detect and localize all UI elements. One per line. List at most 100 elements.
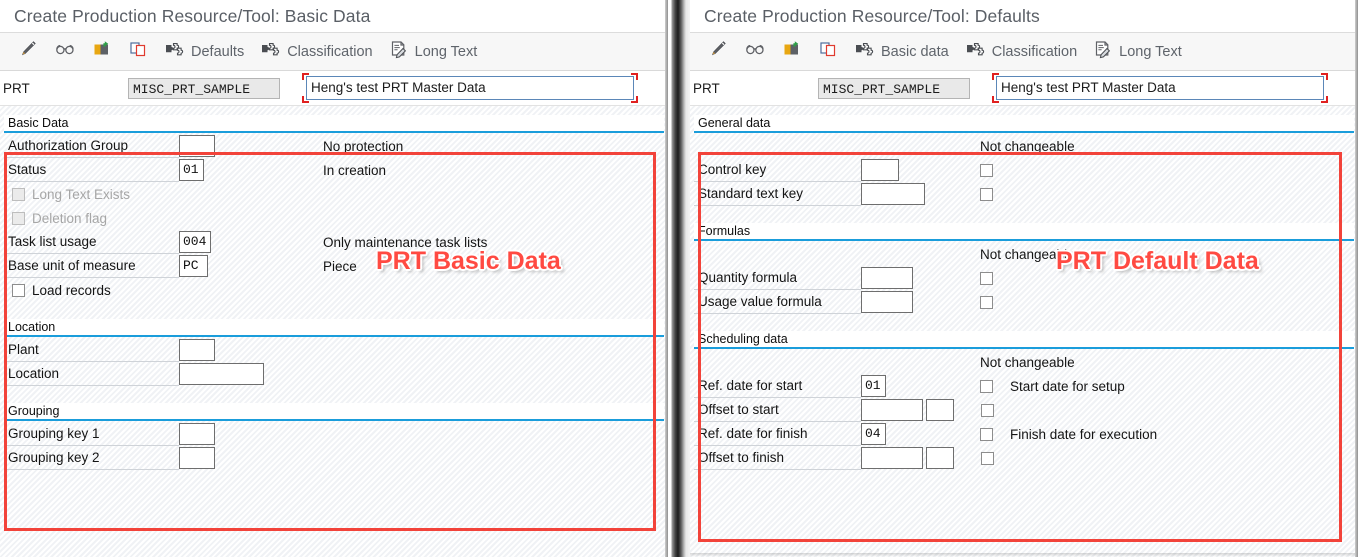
- toolbar-button-classification[interactable]: Classification: [252, 37, 380, 67]
- toolbar-label-classification: Classification: [287, 43, 373, 60]
- input-ref-date-for-start[interactable]: 01: [861, 375, 886, 397]
- input-plant[interactable]: [179, 339, 215, 361]
- column-header-not-changeable: Not changeable: [980, 138, 1075, 154]
- group-header-formulas: Formulas: [694, 223, 1354, 241]
- puzzle-piece-icon: [164, 39, 185, 64]
- toolbar-button-classification[interactable]: Classification: [957, 37, 1085, 67]
- text-task-list-usage: Only maintenance task lists: [323, 234, 488, 250]
- checkbox-offset-to-finish-not-changeable[interactable]: [981, 451, 994, 465]
- group-body-grouping: Grouping key 1 Grouping key 2: [4, 421, 664, 470]
- row-long-text-exists[interactable]: Long Text Exists: [4, 182, 664, 206]
- toolbar-button-copy[interactable]: [120, 37, 156, 67]
- input-task-list-usage[interactable]: 004: [179, 231, 211, 253]
- input-usage-value-formula[interactable]: [861, 291, 913, 313]
- group-title: Formulas: [698, 224, 751, 238]
- column-header-not-changeable: Not changeable: [980, 354, 1075, 370]
- group-header-grouping: Grouping: [4, 403, 664, 421]
- label-location: Location: [4, 362, 179, 386]
- label-offset-to-finish: Offset to finish: [694, 446, 861, 470]
- input-offset-to-start-unit[interactable]: [926, 399, 954, 421]
- row-deletion-flag[interactable]: Deletion flag: [4, 206, 664, 230]
- focus-corner-top-right: [631, 73, 638, 80]
- input-grouping-key-1[interactable]: [179, 423, 215, 445]
- input-grouping-key-2[interactable]: [179, 447, 215, 469]
- left-page-title: Create Production Resource/Tool: Basic D…: [14, 5, 371, 26]
- group-basic-data: Basic Data Authorization Group No protec…: [4, 115, 664, 302]
- left-panel-right-edge: [665, 0, 668, 557]
- prt-description-wrapper: Heng's test PRT Master Data: [302, 73, 638, 103]
- group-body-location: Plant Location: [4, 337, 664, 386]
- prt-label: PRT: [693, 80, 720, 96]
- group-formulas: Formulas Not changeable Quantity formula…: [694, 223, 1354, 314]
- checkbox-offset-to-start-not-changeable[interactable]: [981, 403, 994, 417]
- row-grouping-key-2: Grouping key 2: [4, 446, 664, 470]
- toolbar-button-paste[interactable]: [774, 37, 810, 67]
- checkbox-standard-text-key-not-changeable[interactable]: [980, 187, 993, 201]
- group-body-basic-data: Authorization Group No protection Status…: [4, 133, 664, 302]
- checkbox-quantity-formula-not-changeable[interactable]: [980, 271, 993, 285]
- text-start-date-for-setup: Start date for setup: [1010, 378, 1125, 394]
- focus-corner-top-left: [302, 73, 309, 80]
- toolbar-button-edit[interactable]: [700, 37, 736, 67]
- toolbar-button-paste[interactable]: [84, 37, 120, 67]
- text-status: In creation: [323, 162, 387, 178]
- toolbar-label-defaults: Defaults: [191, 43, 245, 60]
- label-authorization-group: Authorization Group: [4, 134, 179, 158]
- toolbar-button-edit[interactable]: [10, 37, 46, 67]
- row-control-key: Control key: [694, 158, 1354, 182]
- label-load-records: Load records: [32, 282, 111, 298]
- input-base-unit-of-measure[interactable]: PC: [179, 255, 208, 277]
- checkbox-usage-value-formula-not-changeable[interactable]: [980, 295, 993, 309]
- group-general-data: General data Not changeable Control key …: [694, 115, 1354, 206]
- prt-description-input[interactable]: Heng's test PRT Master Data: [996, 76, 1324, 100]
- toolbar-button-display[interactable]: [736, 37, 774, 67]
- label-long-text-exists: Long Text Exists: [32, 186, 131, 202]
- toolbar-button-display[interactable]: [46, 37, 84, 67]
- window-bottom-shadow: [690, 553, 1358, 557]
- checkbox-ref-date-for-finish-not-changeable[interactable]: [980, 427, 993, 441]
- row-usage-value-formula: Usage value formula: [694, 290, 1354, 314]
- right-page-title: Create Production Resource/Tool: Default…: [704, 5, 1040, 26]
- toolbar-button-defaults[interactable]: Defaults: [156, 37, 252, 67]
- prt-key-value: MISC_PRT_SAMPLE: [128, 77, 280, 99]
- checkbox-long-text-exists: [12, 187, 25, 201]
- group-header-scheduling-data: Scheduling data: [694, 331, 1354, 349]
- label-grouping-key-2: Grouping key 2: [4, 446, 179, 470]
- prt-description-input[interactable]: Heng's test PRT Master Data: [306, 76, 634, 100]
- input-authorization-group[interactable]: [179, 135, 215, 157]
- input-quantity-formula[interactable]: [861, 267, 913, 289]
- input-status[interactable]: 01: [179, 159, 204, 181]
- checkbox-ref-date-for-start-not-changeable[interactable]: [980, 379, 993, 393]
- checkbox-control-key-not-changeable[interactable]: [980, 163, 993, 177]
- group-title: Scheduling data: [698, 332, 788, 346]
- toolbar-button-long-text[interactable]: Long Text: [1085, 37, 1190, 67]
- prt-description-wrapper: Heng's test PRT Master Data: [992, 73, 1328, 103]
- left-panel-basic-data: Create Production Resource/Tool: Basic D…: [0, 0, 668, 557]
- text-base-unit-of-measure: Piece: [323, 258, 357, 274]
- label-deletion-flag: Deletion flag: [32, 210, 108, 226]
- glasses-display-icon: [744, 39, 766, 64]
- paste-clipboard-icon: [782, 39, 802, 64]
- label-status: Status: [4, 158, 179, 182]
- input-ref-date-for-finish[interactable]: 04: [861, 423, 886, 445]
- toolbar-button-copy[interactable]: [810, 37, 846, 67]
- panel-divider: [668, 0, 690, 557]
- toolbar-button-long-text[interactable]: Long Text: [381, 37, 486, 67]
- toolbar-button-basic-data[interactable]: Basic data: [846, 37, 957, 67]
- long-text-document-icon: [1093, 39, 1113, 64]
- row-load-records[interactable]: Load records: [4, 278, 664, 302]
- input-offset-to-finish[interactable]: [861, 447, 923, 469]
- right-toolbar[interactable]: Basic data Classification Long Text: [690, 33, 1358, 71]
- input-offset-to-start[interactable]: [861, 399, 923, 421]
- prt-key-value: MISC_PRT_SAMPLE: [818, 77, 970, 99]
- input-offset-to-finish-unit[interactable]: [926, 447, 954, 469]
- input-location[interactable]: [179, 363, 264, 385]
- left-toolbar[interactable]: Defaults Classification Long Text: [0, 33, 668, 71]
- puzzle-piece-icon: [854, 39, 875, 64]
- input-standard-text-key[interactable]: [861, 183, 925, 205]
- input-control-key[interactable]: [861, 159, 899, 181]
- toolbar-label-basic-data: Basic data: [881, 43, 949, 60]
